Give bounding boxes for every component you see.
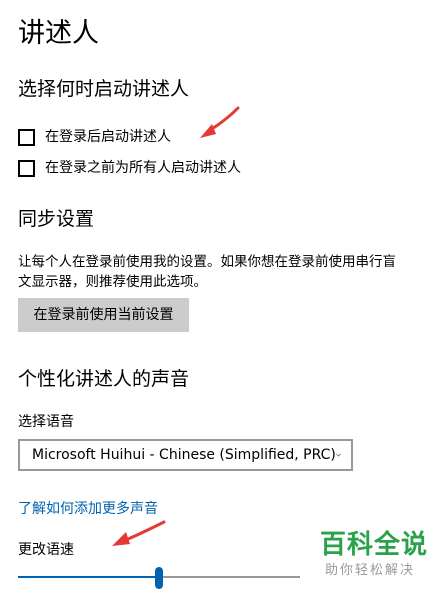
voice-section-heading: 个性化讲述人的声音 bbox=[18, 368, 190, 390]
sync-section-heading: 同步设置 bbox=[18, 208, 95, 230]
voice-select-dropdown[interactable]: Microsoft Huihui - Chinese (Simplified, … bbox=[18, 439, 353, 471]
chevron-down-icon bbox=[336, 453, 341, 457]
selected-voice-value: Microsoft Huihui - Chinese (Simplified, … bbox=[32, 447, 336, 463]
checkbox-box[interactable] bbox=[18, 159, 35, 177]
annotation-arrow-icon bbox=[112, 520, 166, 546]
startup-section-heading: 选择何时启动讲述人 bbox=[18, 78, 190, 100]
choose-voice-label: 选择语音 bbox=[18, 414, 74, 430]
annotation-arrow-icon bbox=[200, 106, 240, 138]
narrator-settings-page: 讲述人 选择何时启动讲述人 在登录后启动讲述人 在登录之前为所有人启动讲述人 同… bbox=[0, 0, 443, 590]
speech-rate-slider[interactable] bbox=[18, 566, 300, 590]
sync-description: 让每个人在登录前使用我的设置。如果你想在登录前使用串行盲 文显示器，则推荐使用此… bbox=[18, 252, 443, 292]
watermark-subtitle: 助你轻松解决 bbox=[325, 563, 416, 578]
start-before-signin-checkbox[interactable]: 在登录之前为所有人启动讲述人 bbox=[18, 157, 241, 179]
checkbox-label: 在登录后启动讲述人 bbox=[45, 129, 171, 145]
slider-track-filled bbox=[18, 576, 159, 578]
start-after-signin-checkbox[interactable]: 在登录后启动讲述人 bbox=[18, 126, 171, 148]
slider-thumb[interactable] bbox=[155, 567, 163, 589]
slider-track-empty bbox=[159, 576, 300, 578]
sync-description-line-1: 让每个人在登录前使用我的设置。如果你想在登录前使用串行盲 bbox=[18, 254, 396, 270]
watermark-title: 百科全说 bbox=[320, 530, 429, 560]
page-title: 讲述人 bbox=[18, 18, 99, 49]
sync-description-line-2: 文显示器，则推荐使用此选项。 bbox=[18, 274, 207, 290]
watermark: 百科全说 助你轻松解决 bbox=[316, 530, 436, 586]
checkbox-label: 在登录之前为所有人启动讲述人 bbox=[45, 160, 241, 176]
use-current-settings-button[interactable]: 在登录前使用当前设置 bbox=[18, 298, 189, 332]
checkbox-box[interactable] bbox=[18, 128, 35, 146]
add-more-voices-link[interactable]: 了解如何添加更多声音 bbox=[18, 499, 158, 519]
speed-label: 更改语速 bbox=[18, 542, 74, 558]
